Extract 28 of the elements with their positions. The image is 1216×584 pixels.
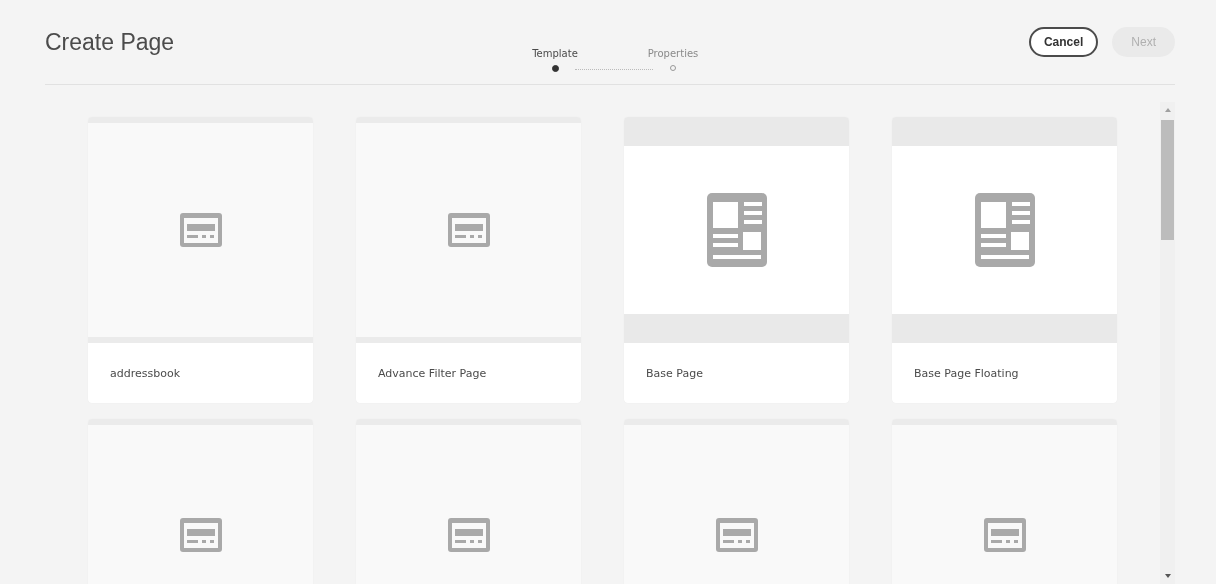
form-icon xyxy=(179,213,222,247)
template-name: addressbook xyxy=(110,366,181,380)
template-card[interactable] xyxy=(88,419,313,584)
scrollbar[interactable] xyxy=(1160,102,1175,584)
outline-button[interactable]: Cancel xyxy=(1028,27,1099,57)
form-icon xyxy=(447,518,490,552)
template-card[interactable] xyxy=(892,419,1117,584)
template-card[interactable]: Base Page xyxy=(624,117,849,403)
template-card[interactable]: addressbook xyxy=(88,117,313,403)
step-label: Template xyxy=(532,48,578,59)
page-layout-icon xyxy=(974,193,1035,267)
template-card[interactable] xyxy=(624,419,849,584)
form-icon xyxy=(983,518,1026,552)
template-card[interactable]: Base Page Floating xyxy=(892,117,1117,403)
scroll-thumb[interactable] xyxy=(1161,120,1174,240)
form-icon xyxy=(179,518,222,552)
page-title: Create Page xyxy=(45,28,175,56)
template-card[interactable] xyxy=(356,419,581,584)
scroll-up-icon[interactable] xyxy=(1164,108,1171,112)
template-name: Advance Filter Page xyxy=(378,366,487,380)
form-icon xyxy=(715,518,758,552)
page-layout-icon xyxy=(706,193,767,267)
scroll-down-icon[interactable] xyxy=(1164,574,1171,578)
template-card[interactable]: Advance Filter Page xyxy=(356,117,581,403)
step-label: Properties xyxy=(647,48,699,59)
template-name: Base Page xyxy=(646,366,703,380)
form-icon xyxy=(447,213,490,247)
template-name: Base Page Floating xyxy=(914,366,1019,380)
